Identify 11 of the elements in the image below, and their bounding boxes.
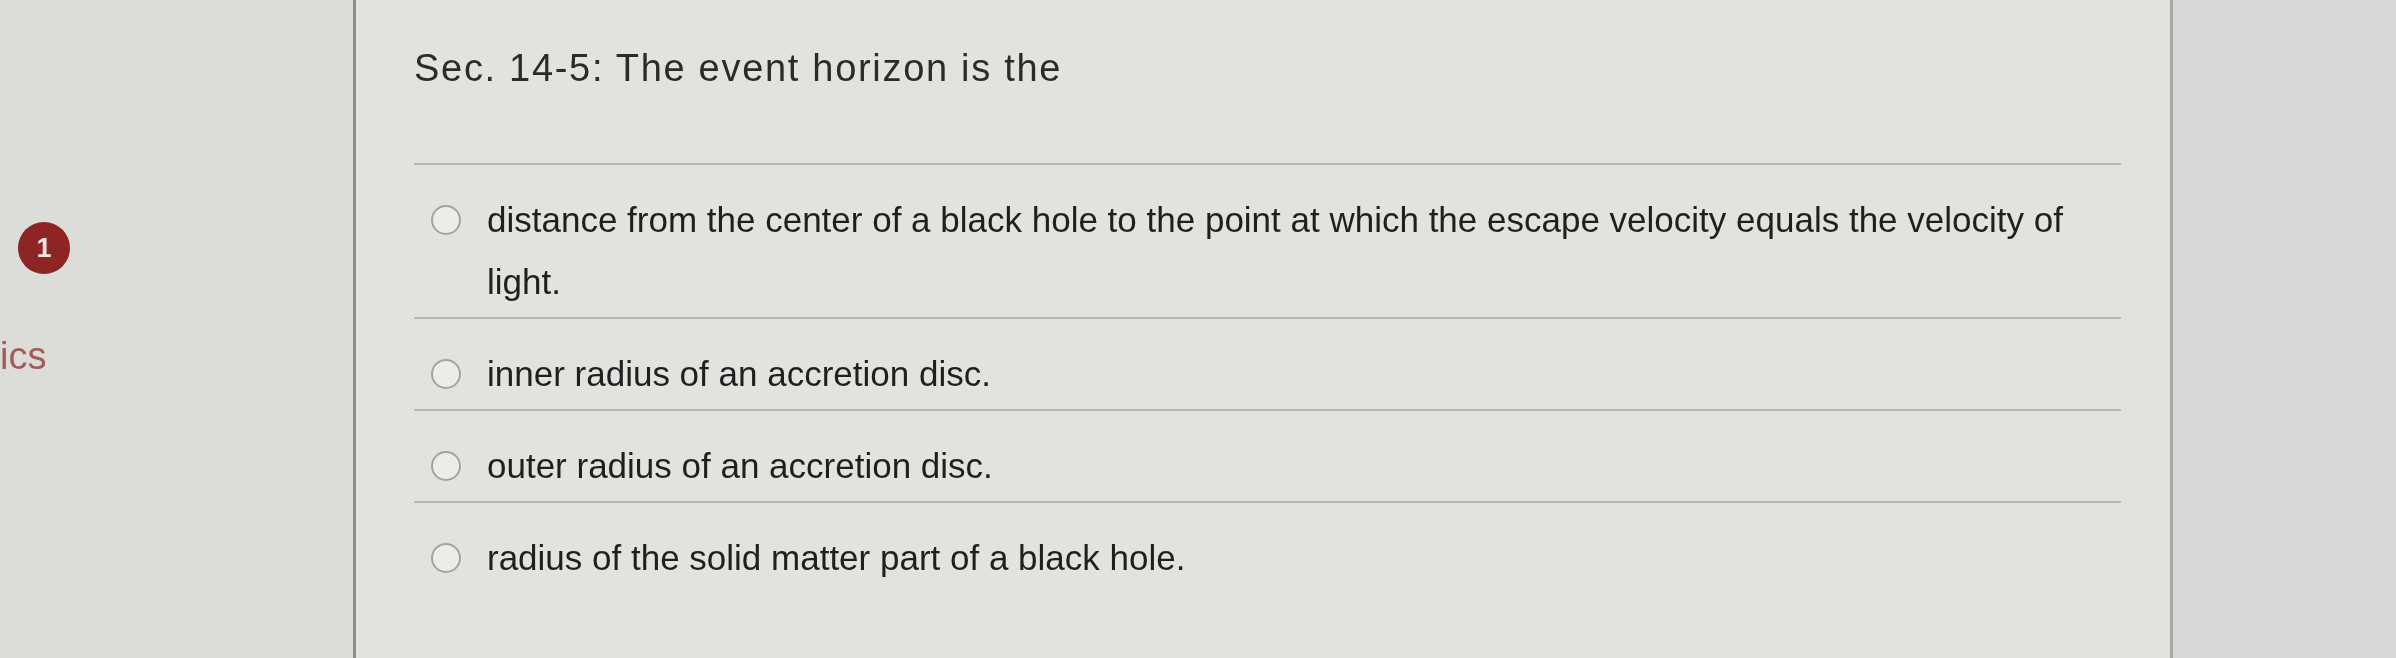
question-title: Sec. 14-5: The event horizon is the: [414, 46, 1063, 91]
radio-button[interactable]: [431, 543, 461, 573]
radio-button[interactable]: [431, 205, 461, 235]
option-label[interactable]: distance from the center of a black hole to the point at which the escape velocity equals the velocity of light.: [487, 189, 2121, 313]
option-label[interactable]: outer radius of an accretion disc.: [487, 435, 2121, 497]
option-label[interactable]: inner radius of an accretion disc.: [487, 343, 2121, 405]
radio-button[interactable]: [431, 451, 461, 481]
count-badge: 1: [18, 222, 70, 274]
sidebar-label: ics: [0, 334, 47, 378]
option-label[interactable]: radius of the solid matter part of a black hole.: [487, 527, 2121, 589]
radio-button[interactable]: [431, 359, 461, 389]
